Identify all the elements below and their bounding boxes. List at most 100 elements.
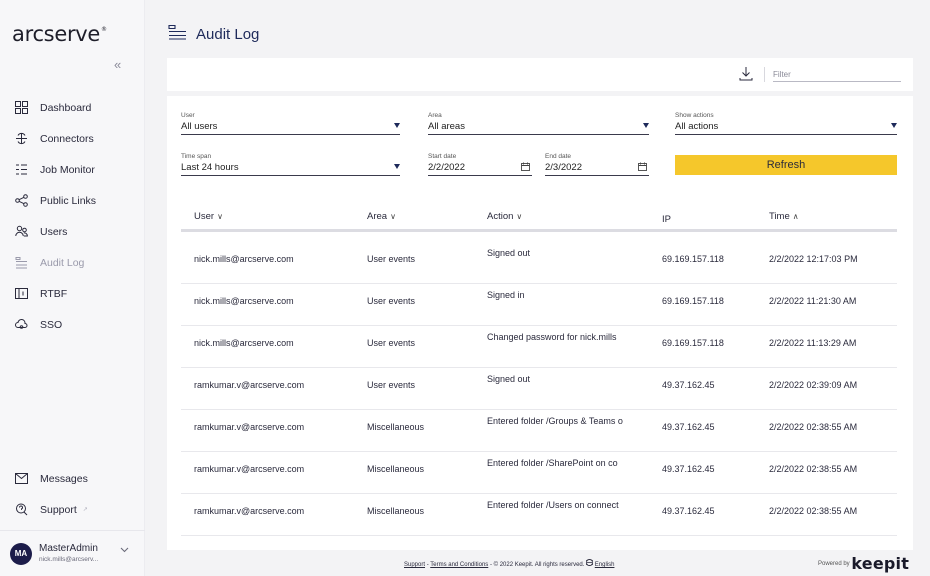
table-row[interactable]: nick.mills@arcserve.com User events Chan… — [181, 326, 897, 368]
table-row[interactable]: nick.mills@arcserve.com User events Sign… — [181, 242, 897, 284]
powered-by-label: Powered by — [818, 561, 850, 568]
support-icon — [14, 503, 28, 517]
sidebar-item-sso[interactable]: SSO — [0, 309, 145, 340]
sidebar-item-label: Connectors — [40, 132, 94, 145]
cell-area: Miscellaneous — [367, 464, 425, 474]
cell-time: 2/2/2022 02:38:55 AM — [769, 506, 858, 516]
cell-area: Miscellaneous — [367, 422, 425, 432]
cell-time: 2/2/2022 12:17:03 PM — [769, 254, 858, 264]
globe-icon — [585, 559, 594, 568]
chevron-down-icon: ∨ — [217, 212, 223, 221]
page-title: Audit Log — [196, 26, 260, 43]
calendar-icon[interactable] — [521, 162, 530, 175]
chevron-down-icon: ∨ — [516, 212, 523, 221]
cell-action: Signed in — [487, 290, 525, 300]
cell-action: Entered folder /Groups & Teams o — [487, 416, 623, 426]
show-actions-filter: Show actions All actions — [675, 111, 897, 135]
sidebar-item-label: RTBF — [40, 287, 68, 300]
cell-time: 2/2/2022 02:39:09 AM — [769, 380, 858, 390]
sidebar-item-label: Support — [40, 503, 77, 516]
cell-action: Signed out — [487, 374, 531, 384]
column-header-area[interactable]: Area ∨ — [367, 211, 396, 222]
cell-action: Signed out — [487, 248, 531, 258]
collapse-sidebar-icon[interactable]: « — [114, 57, 121, 72]
rtbf-icon — [14, 287, 28, 301]
sidebar-item-messages[interactable]: Messages — [0, 463, 145, 494]
cell-ip: 49.37.162.45 — [662, 506, 715, 516]
column-header-user[interactable]: User ∨ — [194, 211, 223, 222]
start-date-filter: Start date 2/2/2022 — [428, 152, 532, 176]
sidebar-item-label: Audit Log — [40, 256, 85, 269]
user-filter-label: User — [181, 112, 195, 119]
table-body: nick.mills@arcserve.com User events Sign… — [181, 242, 897, 536]
time-span-value: Last 24 hours — [181, 162, 239, 173]
connectors-icon — [14, 132, 28, 146]
footer-links: Support - Terms and Conditions - © 2022 … — [404, 559, 614, 568]
column-header-action[interactable]: Action ∨ — [487, 211, 522, 222]
sidebar-item-public-links[interactable]: Public Links — [0, 185, 145, 216]
user-menu[interactable]: MA MasterAdmin nick.mills@arcserv... — [0, 530, 145, 576]
table-row[interactable]: ramkumar.v@arcserve.com Miscellaneous En… — [181, 452, 897, 494]
sidebar-item-job-monitor[interactable]: Job Monitor — [0, 154, 145, 185]
cell-time: 2/2/2022 11:21:30 AM — [769, 296, 857, 306]
cell-action: Changed password for nick.mills — [487, 332, 617, 342]
column-header-ip[interactable]: IP — [662, 214, 671, 225]
show-actions-select[interactable]: All actions — [675, 120, 897, 135]
cell-area: User events — [367, 254, 416, 264]
sidebar-item-label: Dashboard — [40, 101, 92, 114]
cell-time: 2/2/2022 11:13:29 AM — [769, 338, 857, 348]
cell-user: ramkumar.v@arcserve.com — [194, 506, 305, 516]
area-filter: Area All areas — [428, 111, 649, 135]
start-date-label: Start date — [428, 153, 457, 160]
table-row[interactable]: ramkumar.v@arcserve.com Miscellaneous En… — [181, 494, 897, 536]
support-link[interactable]: Support — [404, 562, 425, 568]
area-select[interactable]: All areas — [428, 120, 649, 135]
chevron-down-icon: ∨ — [390, 212, 396, 221]
sidebar-item-rtbf[interactable]: RTBF — [0, 278, 145, 309]
cell-ip: 49.37.162.45 — [662, 422, 715, 432]
cell-time: 2/2/2022 02:38:55 AM — [769, 464, 858, 474]
sidebar-item-audit-log[interactable]: Audit Log — [0, 247, 145, 278]
area-select-value: All areas — [428, 121, 465, 132]
sidebar-item-label: Messages — [40, 472, 88, 485]
end-date-label: End date — [545, 153, 572, 160]
user-select[interactable]: All users — [181, 120, 400, 135]
cell-area: User events — [367, 338, 416, 348]
sidebar-item-label: Job Monitor — [40, 163, 95, 176]
toolbar — [167, 58, 913, 91]
language-link[interactable]: English — [595, 562, 615, 568]
keepit-logo: keepit — [851, 554, 910, 573]
cell-area: Miscellaneous — [367, 506, 425, 516]
sidebar-item-label: Users — [40, 225, 68, 238]
audit-log-panel: User All users Area All areas Show actio… — [167, 96, 913, 550]
filter-input[interactable] — [773, 67, 901, 82]
table-row[interactable]: nick.mills@arcserve.com User events Sign… — [181, 284, 897, 326]
end-date-input[interactable]: 2/3/2022 — [545, 161, 649, 176]
column-header-time[interactable]: Time ∧ — [769, 211, 799, 222]
sidebar-item-dashboard[interactable]: Dashboard — [0, 92, 145, 123]
cell-time: 2/2/2022 02:38:55 AM — [769, 422, 858, 432]
download-icon[interactable] — [739, 66, 753, 86]
envelope-icon — [14, 472, 28, 486]
sidebar-item-support[interactable]: Support ↗ — [0, 494, 145, 525]
end-date-value: 2/3/2022 — [545, 162, 582, 173]
refresh-button[interactable]: Refresh — [675, 155, 897, 175]
audit-log-icon — [168, 24, 187, 45]
arcserve-logo[interactable]: arcserve® — [12, 22, 107, 46]
sidebar-nav: Dashboard Connectors Job Monitor Public … — [0, 92, 145, 340]
sidebar-item-connectors[interactable]: Connectors — [0, 123, 145, 154]
cell-user: ramkumar.v@arcserve.com — [194, 380, 305, 390]
time-span-select[interactable]: Last 24 hours — [181, 161, 400, 176]
table-header: User ∨ Area ∨ Action ∨ IP Time ∧ — [181, 202, 897, 232]
users-icon — [14, 225, 28, 239]
terms-link[interactable]: Terms and Conditions — [430, 562, 488, 568]
sidebar-item-users[interactable]: Users — [0, 216, 145, 247]
table-row[interactable]: ramkumar.v@arcserve.com Miscellaneous En… — [181, 410, 897, 452]
job-monitor-icon — [14, 163, 28, 177]
cell-ip: 69.169.157.118 — [662, 338, 724, 348]
sidebar: arcserve® « Dashboard Connectors Job Mon… — [0, 0, 145, 576]
start-date-input[interactable]: 2/2/2022 — [428, 161, 532, 176]
table-row[interactable]: ramkumar.v@arcserve.com User events Sign… — [181, 368, 897, 410]
share-icon — [14, 194, 28, 208]
calendar-icon[interactable] — [638, 162, 647, 175]
